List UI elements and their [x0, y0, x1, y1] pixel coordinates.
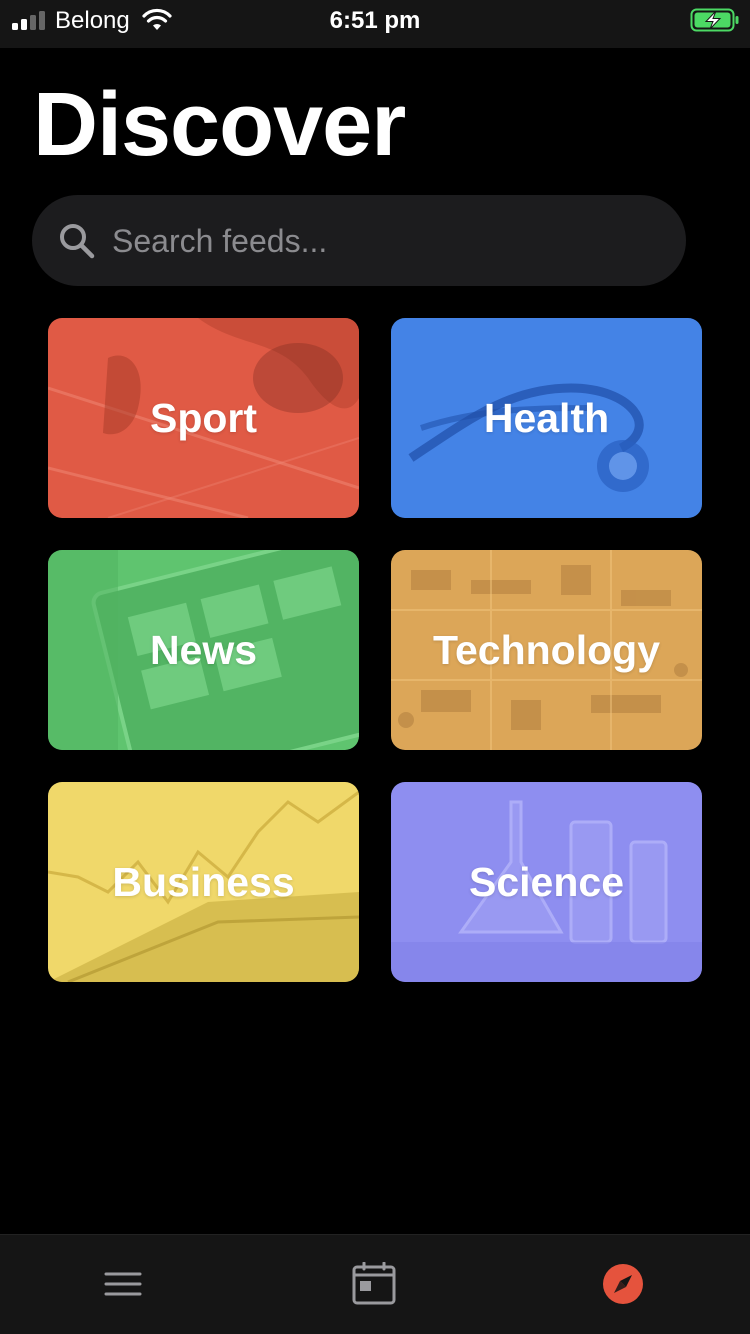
compass-icon[interactable] — [601, 1262, 645, 1306]
category-tile-science[interactable]: Science — [391, 782, 702, 982]
search-input[interactable] — [112, 215, 652, 267]
category-tile-health[interactable]: Health — [391, 318, 702, 518]
category-tile-sport[interactable]: Sport — [48, 318, 359, 518]
calendar-icon[interactable] — [352, 1262, 396, 1306]
discover-screen: Belong 6:51 pm Discover Sport — [0, 0, 750, 1334]
category-tile-business[interactable]: Business — [48, 782, 359, 982]
page-title: Discover — [33, 75, 406, 175]
category-tile-news[interactable]: News — [48, 550, 359, 750]
battery-charging-icon — [690, 8, 739, 32]
status-bar: Belong 6:51 pm — [0, 0, 750, 48]
status-time: 6:51 pm — [329, 7, 421, 34]
list-icon[interactable] — [101, 1262, 145, 1306]
search-icon — [60, 224, 95, 259]
category-label: Health — [483, 394, 610, 441]
category-tile-technology[interactable]: Technology — [391, 550, 702, 750]
category-label: Business — [112, 858, 295, 905]
category-label: Science — [469, 858, 624, 905]
category-label: News — [149, 626, 258, 673]
category-label: Sport — [149, 394, 258, 441]
category-label: Technology — [432, 626, 661, 673]
